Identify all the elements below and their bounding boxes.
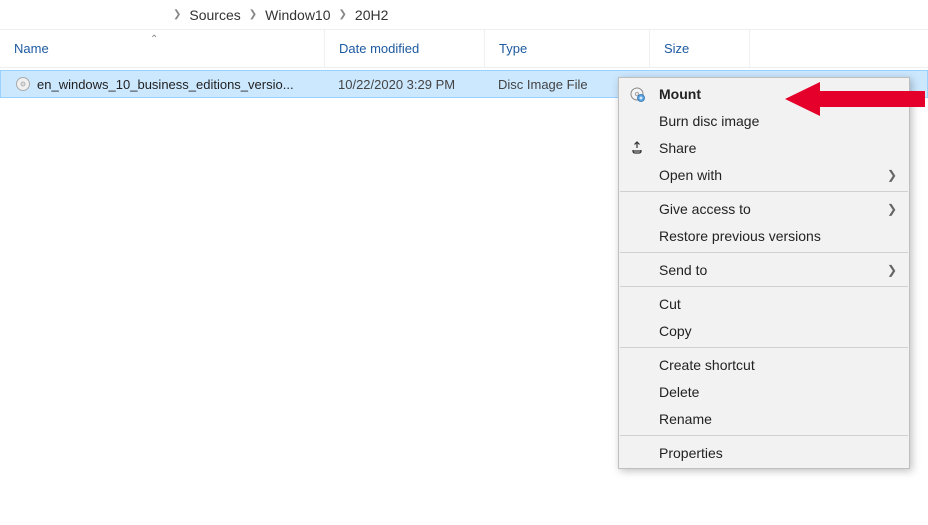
column-size-label: Size bbox=[664, 41, 689, 56]
menu-label: Delete bbox=[659, 384, 699, 400]
menu-label: Mount bbox=[659, 86, 701, 102]
context-menu: Mount Burn disc image Share Open with ❯ … bbox=[618, 77, 910, 469]
chevron-right-icon: ❯ bbox=[887, 168, 897, 182]
menu-shortcut[interactable]: Create shortcut bbox=[619, 351, 909, 378]
breadcrumb-item[interactable]: Window10 bbox=[265, 7, 330, 23]
chevron-right-icon: ❯ bbox=[887, 202, 897, 216]
menu-share[interactable]: Share bbox=[619, 134, 909, 161]
sort-up-icon: ⌃ bbox=[150, 34, 158, 45]
menu-label: Copy bbox=[659, 323, 692, 339]
breadcrumb[interactable]: ❯ Sources ❯ Window10 ❯ 20H2 bbox=[0, 0, 928, 30]
disc-mount-icon bbox=[629, 86, 645, 102]
menu-separator bbox=[620, 286, 908, 287]
breadcrumb-item[interactable]: Sources bbox=[189, 7, 240, 23]
breadcrumb-item[interactable]: 20H2 bbox=[355, 7, 388, 23]
menu-mount[interactable]: Mount bbox=[619, 80, 909, 107]
chevron-right-icon: ❯ bbox=[339, 9, 347, 20]
menu-separator bbox=[620, 252, 908, 253]
column-name-label: Name bbox=[14, 41, 49, 56]
menu-label: Burn disc image bbox=[659, 113, 759, 129]
menu-label: Share bbox=[659, 140, 696, 156]
chevron-right-icon: ❯ bbox=[249, 9, 257, 20]
column-date-label: Date modified bbox=[339, 41, 419, 56]
chevron-right-icon: ❯ bbox=[173, 9, 181, 20]
column-headers: Name Date modified Type Size bbox=[0, 30, 928, 68]
menu-burn[interactable]: Burn disc image bbox=[619, 107, 909, 134]
menu-label: Restore previous versions bbox=[659, 228, 821, 244]
menu-copy[interactable]: Copy bbox=[619, 317, 909, 344]
column-size[interactable]: Size bbox=[650, 30, 750, 67]
share-icon bbox=[629, 140, 645, 156]
menu-separator bbox=[620, 435, 908, 436]
file-name: en_windows_10_business_editions_versio..… bbox=[37, 77, 294, 92]
menu-properties[interactable]: Properties bbox=[619, 439, 909, 466]
file-date: 10/22/2020 3:29 PM bbox=[324, 77, 484, 92]
menu-rename[interactable]: Rename bbox=[619, 405, 909, 432]
menu-label: Cut bbox=[659, 296, 681, 312]
menu-separator bbox=[620, 191, 908, 192]
menu-label: Rename bbox=[659, 411, 712, 427]
menu-separator bbox=[620, 347, 908, 348]
menu-openwith[interactable]: Open with ❯ bbox=[619, 161, 909, 188]
column-type-label: Type bbox=[499, 41, 527, 56]
menu-delete[interactable]: Delete bbox=[619, 378, 909, 405]
menu-label: Open with bbox=[659, 167, 722, 183]
chevron-right-icon: ❯ bbox=[887, 263, 897, 277]
disc-image-file-icon bbox=[15, 76, 31, 92]
menu-label: Give access to bbox=[659, 201, 751, 217]
menu-sendto[interactable]: Send to ❯ bbox=[619, 256, 909, 283]
menu-label: Create shortcut bbox=[659, 357, 755, 373]
column-type[interactable]: Type bbox=[485, 30, 650, 67]
menu-cut[interactable]: Cut bbox=[619, 290, 909, 317]
menu-giveaccess[interactable]: Give access to ❯ bbox=[619, 195, 909, 222]
menu-restore[interactable]: Restore previous versions bbox=[619, 222, 909, 249]
column-date[interactable]: Date modified bbox=[325, 30, 485, 67]
menu-label: Properties bbox=[659, 445, 723, 461]
menu-label: Send to bbox=[659, 262, 707, 278]
column-name[interactable]: Name bbox=[0, 30, 325, 67]
